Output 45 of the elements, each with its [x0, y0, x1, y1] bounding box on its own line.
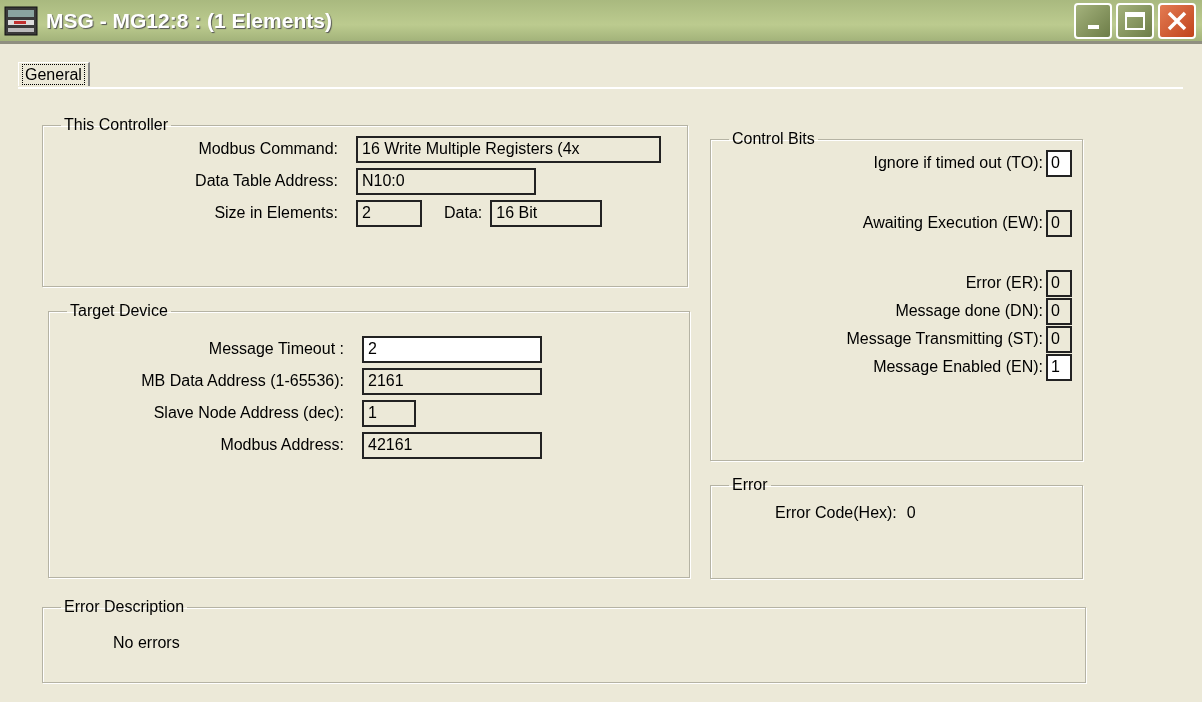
close-icon — [1166, 9, 1188, 32]
app-icon — [4, 5, 38, 36]
minimize-icon — [1087, 24, 1099, 29]
field-label: Slave Node Address (dec): — [152, 403, 345, 423]
error-code-label: Error Code(Hex): — [775, 503, 897, 523]
field-label: MB Data Address (1-65536): — [140, 371, 345, 391]
error-description-text: No errors — [113, 633, 180, 653]
input-field[interactable]: 42161 — [362, 431, 542, 459]
field-label: Message Timeout : — [207, 339, 345, 359]
bit-field[interactable]: 1 — [1046, 353, 1072, 381]
close-button[interactable] — [1158, 2, 1196, 39]
bit-field[interactable]: 0 — [1046, 149, 1072, 177]
group-title: Error — [731, 477, 769, 493]
input-field[interactable]: 2 — [356, 199, 422, 227]
bit-field[interactable]: 0 — [1046, 297, 1072, 325]
maximize-button[interactable] — [1116, 2, 1154, 39]
input-field[interactable]: 16 Write Multiple Registers (4x — [356, 135, 661, 163]
bit-label: Message Transmitting (ST): — [846, 329, 1044, 349]
input-field[interactable]: 2161 — [362, 367, 542, 395]
group-title: Target Device — [69, 303, 169, 319]
group-title: Control Bits — [731, 131, 816, 147]
minimize-button[interactable] — [1074, 2, 1112, 39]
field-label: Modbus Address: — [219, 435, 345, 455]
bit-label: Message Enabled (EN): — [873, 357, 1044, 377]
field-label: Data Table Address: — [194, 171, 339, 191]
field-label: Modbus Command: — [197, 139, 339, 159]
bit-label: Awaiting Execution (EW): — [862, 213, 1044, 233]
window-title: MSG - MG12:8 : (1 Elements) — [46, 7, 333, 34]
group-title: Error Description — [63, 599, 186, 615]
bit-label: Error (ER): — [965, 273, 1044, 293]
field-label: Size in Elements: — [213, 203, 339, 223]
tab[interactable]: General — [18, 62, 90, 86]
maximize-icon — [1124, 10, 1146, 31]
bit-label: Ignore if timed out (TO): — [873, 153, 1044, 173]
field-label: Data: — [443, 203, 484, 223]
input-field[interactable]: 16 Bit — [490, 199, 603, 227]
input-field[interactable]: N10:0 — [356, 167, 536, 195]
bit-field[interactable]: 0 — [1046, 269, 1072, 297]
bit-field[interactable]: 0 — [1046, 325, 1072, 353]
bit-field[interactable]: 0 — [1046, 209, 1072, 237]
input-field[interactable]: 2 — [362, 335, 542, 363]
error-code-value: 0 — [906, 503, 916, 523]
group-title: This Controller — [63, 117, 170, 133]
bit-label: Message done (DN): — [895, 301, 1044, 321]
input-field[interactable]: 1 — [362, 399, 416, 427]
